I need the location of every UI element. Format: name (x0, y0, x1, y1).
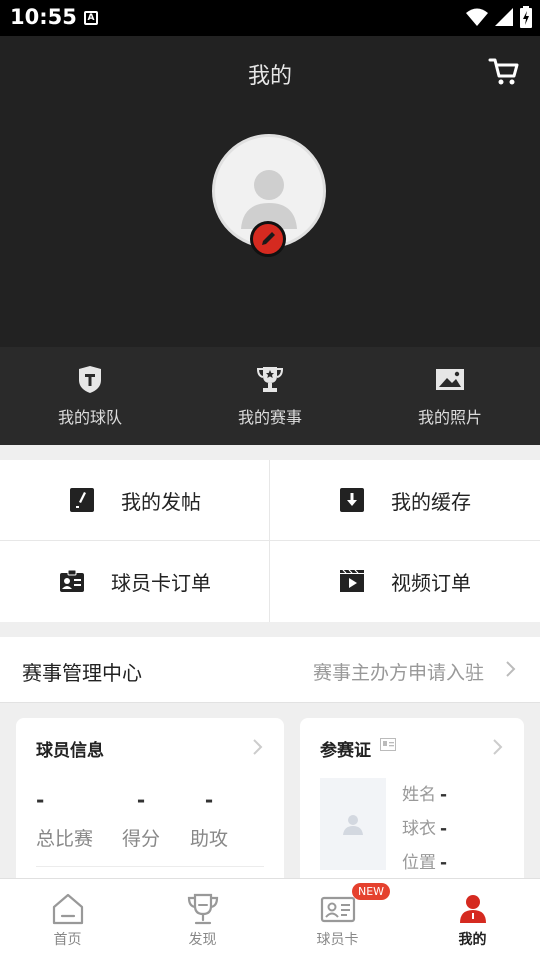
tab-discover[interactable]: 发现 (135, 879, 270, 960)
team-shield-icon (79, 366, 101, 393)
my-posts-button[interactable]: 我的发帖 (0, 460, 270, 540)
id-card-icon (380, 738, 396, 751)
video-orders-button[interactable]: 视频订单 (270, 541, 540, 621)
badge-card-icon (60, 569, 84, 592)
my-posts-label: 我的发帖 (121, 489, 201, 514)
my-team-label: 我的球队 (57, 408, 122, 427)
stat-label: 得分 (122, 828, 161, 850)
my-events-label: 我的赛事 (237, 408, 302, 427)
person-placeholder-icon (343, 815, 363, 835)
stat-value: - (36, 788, 45, 812)
tab-mine[interactable]: 我的 (405, 879, 540, 960)
bottom-tab-bar: 首页 发现 球员卡 NEW 我的 (0, 878, 540, 960)
wifi-icon (466, 8, 488, 26)
event-management-row[interactable]: 赛事管理中心 赛事主办方申请入驻 (0, 637, 540, 703)
signal-icon (495, 8, 513, 26)
card-divider (36, 866, 264, 867)
position-value: - (440, 853, 448, 873)
chevron-right-icon (253, 739, 263, 755)
quick-nav: 我的球队 我的赛事 我的照片 (0, 347, 540, 445)
tab-discover-label: 发现 (188, 931, 217, 948)
credential-photo (320, 778, 386, 870)
notification-a-icon: A (84, 11, 98, 25)
player-info-title: 球员信息 (36, 741, 104, 761)
event-management-title: 赛事管理中心 (22, 661, 142, 685)
edit-avatar-button[interactable] (250, 221, 286, 257)
battery-icon (520, 6, 532, 28)
video-icon (340, 569, 364, 592)
credential-title: 参赛证 (320, 741, 371, 761)
tab-home-label: 首页 (53, 931, 82, 948)
tab-player-card[interactable]: 球员卡 NEW (270, 879, 405, 960)
my-cache-label: 我的缓存 (391, 489, 471, 514)
edit-post-icon (70, 488, 94, 512)
organizer-apply-link[interactable]: 赛事主办方申请入驻 (313, 658, 484, 685)
player-card-orders-label: 球员卡订单 (111, 570, 211, 595)
position-label: 位置 (402, 853, 436, 873)
page-title: 我的 (247, 64, 292, 89)
my-cache-button[interactable]: 我的缓存 (270, 460, 540, 540)
person-icon (459, 894, 486, 923)
my-team-button[interactable]: 我的球队 (0, 347, 180, 445)
stat-label: 总比赛 (36, 828, 94, 850)
new-badge: NEW (352, 883, 391, 900)
pencil-icon (262, 232, 275, 245)
chevron-right-icon (493, 739, 503, 755)
stat-label: 助攻 (190, 828, 229, 850)
tab-home[interactable]: 首页 (0, 879, 135, 960)
my-photos-label: 我的照片 (417, 408, 482, 427)
credential-name: 姓名 - (402, 780, 447, 805)
name-label: 姓名 (402, 785, 436, 805)
jersey-value: - (440, 819, 448, 839)
tab-player-card-label: 球员卡 (316, 931, 359, 948)
credential-position: 位置 - (402, 848, 447, 873)
chevron-right-icon (506, 661, 516, 677)
trophy-icon (256, 367, 284, 392)
photo-icon (436, 369, 464, 390)
my-events-button[interactable]: 我的赛事 (180, 347, 360, 445)
id-card-icon (320, 896, 355, 922)
profile-header: 我的 (0, 36, 540, 347)
stat-value: - (136, 788, 146, 812)
home-icon (52, 893, 83, 924)
tab-mine-label: 我的 (458, 931, 487, 948)
download-icon (340, 488, 364, 512)
player-card-orders-button[interactable]: 球员卡订单 (0, 541, 270, 621)
stat-assists: - 助攻 (190, 788, 228, 851)
stat-value: - (204, 788, 214, 812)
my-photos-button[interactable]: 我的照片 (360, 347, 540, 445)
credential-jersey: 球衣 - (402, 814, 447, 839)
video-orders-label: 视频订单 (391, 570, 471, 595)
status-time: 10:55 (10, 5, 77, 29)
system-icons (466, 6, 532, 28)
cart-icon[interactable] (488, 56, 520, 86)
name-value: - (440, 785, 448, 805)
stat-points: - 得分 (122, 788, 160, 851)
status-bar: 10:55 A (0, 0, 540, 36)
stat-total-games: - 总比赛 (36, 788, 93, 851)
trophy-icon (187, 893, 218, 924)
jersey-label: 球衣 (402, 819, 436, 839)
menu-grid: 我的发帖 我的缓存 球员卡订单 视频订单 (0, 460, 540, 622)
